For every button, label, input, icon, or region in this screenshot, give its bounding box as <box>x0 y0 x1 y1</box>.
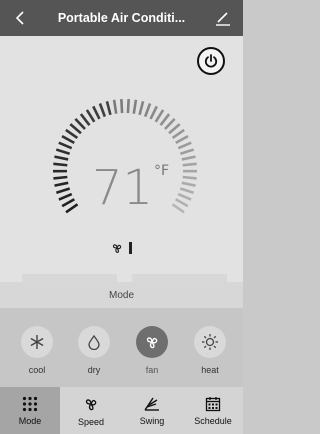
dial-tick <box>179 187 195 194</box>
dial-tick <box>168 123 181 135</box>
dial-tick <box>55 187 71 194</box>
sun-icon <box>202 334 218 350</box>
dial-tick <box>53 162 68 167</box>
tab-mode[interactable]: Mode <box>0 387 60 434</box>
dial-tick <box>61 198 75 208</box>
edit-button[interactable] <box>213 8 233 28</box>
fan-icon <box>85 398 97 410</box>
tab-swing[interactable]: Swing <box>122 387 182 434</box>
dial-tick <box>171 128 185 139</box>
temperature-unit: °F <box>154 163 170 179</box>
tab-label: Swing <box>139 415 165 426</box>
power-icon <box>204 54 218 68</box>
dial-tick <box>98 103 107 118</box>
dial-tick <box>164 117 176 130</box>
mode-option-label: dry <box>87 365 101 375</box>
mode-option-label: heat <box>201 365 219 375</box>
calendar-icon <box>205 396 221 411</box>
chevron-left-icon <box>15 11 24 25</box>
dial-tick <box>181 155 196 161</box>
swing-icon <box>144 397 159 411</box>
dial-tick <box>182 162 197 167</box>
dial-tick <box>69 123 82 135</box>
mode-panel-title: Mode <box>0 282 243 308</box>
dial-tick <box>175 198 189 208</box>
dial-tick <box>92 105 101 120</box>
fan-icon <box>112 244 122 253</box>
dial-tick <box>58 192 73 201</box>
dial-tick <box>65 128 79 139</box>
dial-tick <box>120 99 124 114</box>
bottom-tab-bar: Mode Speed Swing Schedule <box>0 387 243 434</box>
dial-tick <box>126 99 130 114</box>
mode-option-dry[interactable]: dry <box>70 326 118 375</box>
dial-tick <box>54 181 69 187</box>
fan-level-bar <box>129 242 132 254</box>
fan-speed-status <box>110 241 132 255</box>
dial-tick <box>53 175 68 180</box>
dial-tick <box>65 203 79 214</box>
snowflake-icon <box>30 335 44 349</box>
dial-tick <box>55 148 71 155</box>
power-button[interactable] <box>197 47 225 75</box>
mode-option-label: cool <box>28 365 46 375</box>
dial-tick <box>149 105 158 120</box>
dial-tick <box>179 148 195 155</box>
droplet-icon <box>88 334 100 350</box>
fan-icon <box>146 337 158 349</box>
dial-tick <box>181 181 196 187</box>
tab-label: Speed <box>77 416 105 427</box>
mode-option-cool[interactable]: cool <box>13 326 61 375</box>
dial-tick <box>175 135 189 145</box>
dial-tick <box>177 192 192 201</box>
tab-label: Mode <box>18 415 42 426</box>
mode-panel: Mode cool dry fan heat <box>0 282 243 387</box>
pencil-icon <box>216 12 230 26</box>
mode-option-label: fan <box>145 365 159 375</box>
mode-option-fan[interactable]: fan <box>128 326 176 375</box>
dial-tick <box>159 113 171 126</box>
dial-tick <box>58 141 73 150</box>
dial-tick <box>79 113 91 126</box>
mode-options: cool dry fan heat <box>0 314 243 386</box>
app-header: Portable Air Conditi... <box>0 0 243 36</box>
grid-icon <box>22 396 38 411</box>
dial-tick <box>54 155 69 161</box>
dial-tick <box>112 99 118 114</box>
temperature-value: 71 <box>92 160 154 216</box>
dial-tick <box>154 109 165 123</box>
tab-speed[interactable]: Speed <box>61 387 121 434</box>
tab-schedule[interactable]: Schedule <box>183 387 243 434</box>
dial-tick <box>85 109 96 123</box>
dial-tick <box>74 117 86 130</box>
dial-tick <box>177 141 192 150</box>
thermostat-area: 71 °F − + <box>0 36 243 310</box>
page-title: Portable Air Conditi... <box>57 11 186 25</box>
dial-tick <box>105 100 112 116</box>
dial-tick <box>61 135 75 145</box>
dial-tick <box>143 103 152 118</box>
dial-tick <box>132 99 138 114</box>
dial-tick <box>138 100 145 116</box>
dial-tick <box>182 175 197 180</box>
tab-label: Schedule <box>194 415 232 426</box>
mode-option-heat[interactable]: heat <box>186 326 234 375</box>
back-button[interactable] <box>8 6 32 30</box>
dial-tick <box>171 203 185 214</box>
